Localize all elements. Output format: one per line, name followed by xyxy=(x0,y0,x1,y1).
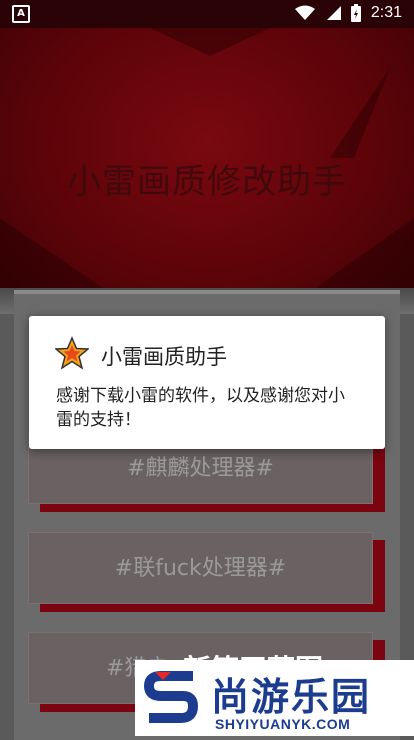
wifi-icon xyxy=(294,5,315,20)
dialog-title: 小雷画质助手 xyxy=(101,345,227,369)
option-label: #联fuck处理器# xyxy=(114,556,287,581)
star-icon xyxy=(55,336,89,370)
status-bar: A 2:31 xyxy=(0,0,414,28)
about-dialog[interactable]: 小雷画质助手 感谢下载小雷的软件，以及感谢您对小雷的支持！ xyxy=(29,316,385,449)
header-banner: 小雷画质修改助手 xyxy=(0,28,414,313)
watermark: 尚游乐园 SHYIYUANYK.COM xyxy=(135,660,414,736)
status-time: 2:31 xyxy=(370,4,402,21)
battery-charging-icon xyxy=(350,4,361,22)
app-notification-icon: A xyxy=(12,5,30,23)
watermark-name: 尚游乐园 xyxy=(211,675,372,719)
site-logo-icon xyxy=(143,671,199,723)
option-label: #麒麟处理器# xyxy=(127,456,274,481)
signal-icon xyxy=(326,6,341,20)
watermark-url: SHYIYUANYK.COM xyxy=(215,716,351,732)
processor-option-mtk[interactable]: #联fuck处理器# xyxy=(28,532,385,612)
dialog-message: 感谢下载小雷的软件，以及感谢您对小雷的支持！ xyxy=(56,386,345,430)
page-title: 小雷画质修改助手 xyxy=(67,162,347,202)
